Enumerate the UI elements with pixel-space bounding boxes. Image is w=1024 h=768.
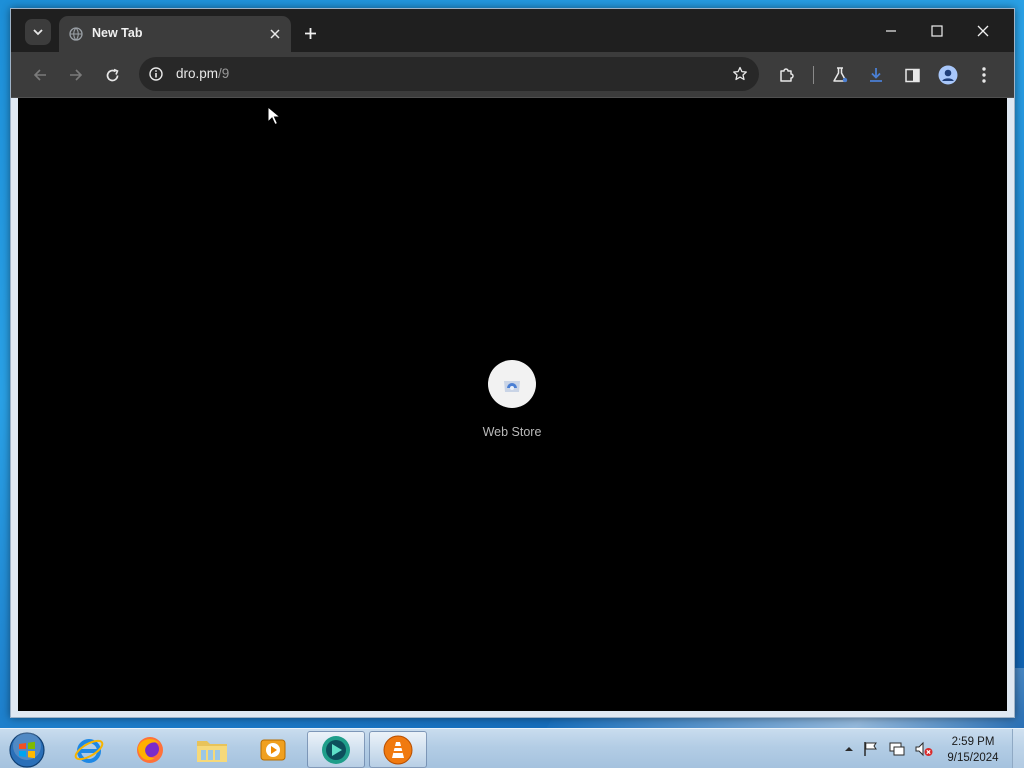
url-path: /9 [218,66,230,81]
show-desktop-button[interactable] [1012,729,1024,768]
shortcut-web-store[interactable]: Web Store [477,360,547,450]
profile-button[interactable] [938,65,958,85]
taskbar-media-player[interactable] [244,731,302,768]
volume-muted-icon[interactable] [914,740,934,758]
extensions-icon [780,68,794,82]
chevron-down-icon [33,29,43,36]
vlc-icon [383,735,413,764]
close-icon [270,29,280,39]
browser-toolbar: dro.pm/9 [11,52,1014,98]
tab-title: New Tab [92,26,143,40]
bookmark-button[interactable] [731,65,749,83]
taskbar-app-circle[interactable] [307,731,365,768]
forward-button[interactable] [63,62,89,88]
close-window-button[interactable] [961,17,1005,45]
minimize-button[interactable] [869,17,913,45]
downloads-button[interactable] [866,65,886,85]
title-bar: New Tab [11,9,1014,52]
address-bar[interactable]: dro.pm/9 [139,57,759,91]
back-icon [33,69,46,81]
menu-button[interactable] [974,65,994,85]
menu-icon [982,67,986,83]
network-icon[interactable] [888,740,906,758]
maximize-button[interactable] [915,17,959,45]
clock-date: 9/15/2024 [947,752,999,764]
page-content: Web Store [18,98,1007,711]
minimize-icon [886,30,896,32]
info-icon [149,67,163,81]
internet-explorer-icon [74,738,104,763]
taskbar: 2:59 PM 9/15/2024 [0,728,1024,768]
side-panel-button[interactable] [902,65,922,85]
labs-button[interactable] [830,65,850,85]
side-panel-icon [904,68,920,82]
show-hidden-icons-icon[interactable] [844,744,854,754]
clock-time: 2:59 PM [951,736,995,748]
taskbar-firefox[interactable] [121,731,179,768]
tab-new-tab[interactable]: New Tab [59,16,291,52]
url-domain: dro.pm [176,66,219,81]
windows-logo-icon [9,732,45,768]
back-button[interactable] [27,62,53,88]
site-info-button[interactable] [148,66,164,82]
firefox-icon [137,736,163,763]
taskbar-vlc[interactable] [369,731,427,768]
tab-close-button[interactable] [267,26,283,42]
reload-icon [106,68,119,81]
media-player-icon [260,739,286,760]
close-icon [977,25,989,37]
url-text: dro.pm/9 [176,66,229,81]
globe-icon [69,27,83,41]
web-store-icon [504,381,520,392]
browser-window: New Tab dro.pm/9 Web Store [10,8,1015,718]
labs-flask-icon [833,67,848,83]
taskbar-clock[interactable]: 2:59 PM 9/15/2024 [940,734,1006,766]
system-tray [844,737,934,761]
shortcut-label: Web Store [482,425,542,439]
taskbar-file-explorer[interactable] [183,731,241,768]
file-explorer-icon [197,740,227,762]
shortcut-tile[interactable] [488,360,536,408]
tab-search-button[interactable] [25,19,51,45]
reload-button[interactable] [99,62,125,88]
plus-icon [304,27,316,39]
maximize-icon [931,25,943,37]
taskbar-internet-explorer[interactable] [60,731,118,768]
bookmark-star-icon [733,66,747,81]
mouse-cursor-icon [267,106,281,126]
action-center-flag-icon[interactable] [862,740,880,758]
profile-icon [938,65,958,85]
start-button[interactable] [8,731,46,768]
new-tab-button[interactable] [299,22,321,44]
app-circle-icon [322,735,350,764]
extensions-button[interactable] [777,65,797,85]
toolbar-divider [813,66,814,84]
forward-icon [70,69,83,81]
download-icon [870,68,882,82]
